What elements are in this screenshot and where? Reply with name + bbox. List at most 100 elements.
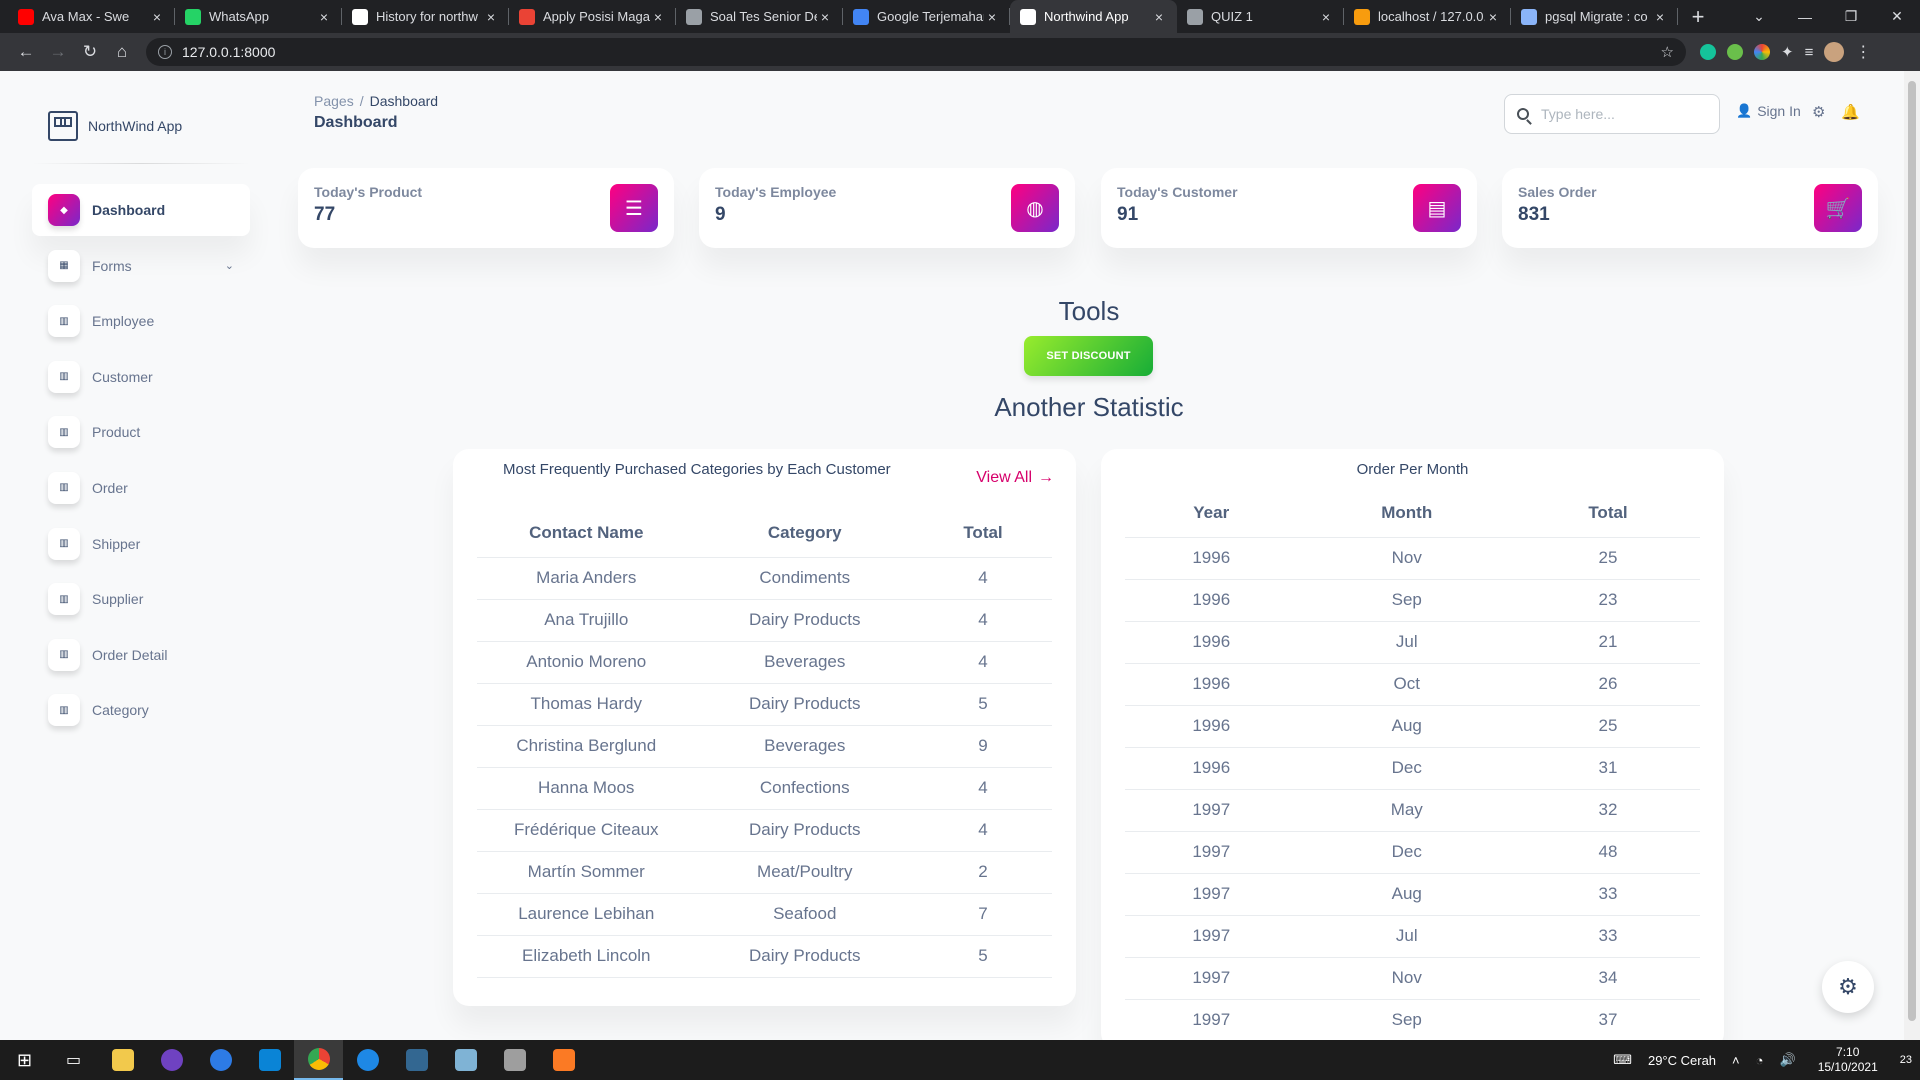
search-input[interactable]	[1541, 106, 1701, 122]
sidebar-item-order-detail[interactable]: ▥ Order Detail	[32, 629, 250, 681]
extensions-puzzle-icon[interactable]: ✦	[1781, 43, 1794, 61]
tab-close-icon[interactable]: ×	[1151, 9, 1167, 25]
tab-close-icon[interactable]: ×	[149, 9, 165, 25]
browser-tab[interactable]: Ava Max - Swe ×	[8, 0, 175, 33]
browser-tab[interactable]: localhost / 127.0.0. ×	[1344, 0, 1511, 33]
computer-icon[interactable]	[490, 1040, 539, 1080]
table-cell: 7	[914, 893, 1052, 936]
stat-value: 77	[314, 204, 336, 225]
task-view-icon[interactable]: ▭	[49, 1040, 98, 1080]
site-info-icon[interactable]: i	[158, 45, 172, 59]
sidebar-item-order[interactable]: ▥ Order	[32, 462, 250, 514]
reload-button[interactable]: ↻	[74, 42, 106, 62]
browser-tab[interactable]: Apply Posisi Magar ×	[509, 0, 676, 33]
reading-list-icon[interactable]: ≡	[1805, 44, 1814, 61]
tab-close-icon[interactable]: ×	[1485, 9, 1501, 25]
notification-badge[interactable]: 23	[1900, 1054, 1912, 1066]
tab-close-icon[interactable]: ×	[984, 9, 1000, 25]
chevron-down-icon[interactable]: ⌄	[225, 259, 234, 272]
table-cell: Dec	[1297, 831, 1516, 874]
building-icon: ▥	[48, 694, 80, 727]
extension-color-icon[interactable]	[1754, 44, 1770, 60]
sidebar-item-supplier[interactable]: ▥ Supplier	[32, 573, 250, 625]
browser-tab[interactable]: QUIZ 1 ×	[1177, 0, 1344, 33]
table-cell: 33	[1516, 915, 1700, 958]
extensions-area: ✦ ≡ ⋮	[1700, 42, 1871, 62]
search-box[interactable]	[1504, 94, 1720, 134]
clock[interactable]: 7:10 15/10/2021	[1818, 1045, 1878, 1075]
tab-close-icon[interactable]: ×	[817, 9, 833, 25]
table-cell: Laurence Lebihan	[477, 893, 696, 936]
brand[interactable]: NorthWind App	[48, 111, 182, 141]
browser-tab[interactable]: Soal Tes Senior De ×	[676, 0, 843, 33]
settings-gear-icon[interactable]: ⚙	[1812, 103, 1825, 121]
page-scrollbar[interactable]	[1904, 71, 1920, 1040]
tab-label: localhost / 127.0.0.	[1378, 9, 1485, 24]
windows-start-icon[interactable]: ⊞	[0, 1040, 49, 1080]
weather-text[interactable]: 29°C Cerah	[1648, 1053, 1716, 1068]
keyboard-icon[interactable]: ⌨	[1613, 1052, 1632, 1068]
breadcrumb-root[interactable]: Pages	[314, 93, 354, 109]
table-cell: May	[1297, 789, 1516, 832]
postgresql-icon[interactable]	[392, 1040, 441, 1080]
user-icon: 👤	[1736, 103, 1753, 118]
file-explorer-icon[interactable]	[98, 1040, 147, 1080]
table-cell: 1997	[1125, 999, 1298, 1040]
browser-tab[interactable]: History for northw ×	[342, 0, 509, 33]
browser-globe-icon[interactable]	[343, 1040, 392, 1080]
table-cell: Dairy Products	[695, 599, 914, 642]
table-cell: Elizabeth Lincoln	[477, 935, 696, 978]
github-desktop-icon[interactable]	[147, 1040, 196, 1080]
restore-button[interactable]: ❐	[1828, 8, 1874, 25]
bookmark-star-icon[interactable]: ☆	[1661, 43, 1674, 61]
view-all-link[interactable]: View All →	[976, 469, 1054, 487]
table-row: 1997 Aug 33	[1125, 873, 1700, 916]
scrollbar-thumb[interactable]	[1908, 81, 1916, 1021]
tab-close-icon[interactable]: ×	[650, 9, 666, 25]
shopping-cart-icon: 🛒	[1814, 184, 1862, 232]
volume-icon[interactable]: 🔊	[1780, 1052, 1796, 1068]
forward-button[interactable]: →	[42, 42, 74, 62]
new-tab-button[interactable]: +	[1684, 3, 1712, 31]
browser-tab[interactable]: Google Terjemahan ×	[843, 0, 1010, 33]
browser-tab[interactable]: pgsql Migrate : co ×	[1511, 0, 1678, 33]
configurator-gear-button[interactable]: ⚙	[1822, 961, 1874, 1013]
browser-tab[interactable]: WhatsApp ×	[175, 0, 342, 33]
notepad-icon[interactable]	[441, 1040, 490, 1080]
back-button[interactable]: ←	[10, 42, 42, 62]
tab-close-icon[interactable]: ×	[1652, 9, 1668, 25]
grammarly-icon[interactable]	[1700, 44, 1716, 60]
chrome-icon[interactable]	[294, 1040, 343, 1080]
sidebar-item-category[interactable]: ▥ Category	[32, 684, 250, 736]
tab-label: Northwind App	[1044, 9, 1129, 24]
browser-menu-icon[interactable]: ⋮	[1855, 42, 1871, 62]
address-bar[interactable]: i 127.0.0.1:8000 ☆	[146, 38, 1686, 66]
table-cell: Jul	[1297, 915, 1516, 958]
sidebar-item-shipper[interactable]: ▥ Shipper	[32, 518, 250, 570]
network-icon[interactable]: ◔	[1756, 1053, 1764, 1068]
notification-bell-icon[interactable]: 🔔	[1841, 103, 1860, 121]
app-circle-icon[interactable]	[196, 1040, 245, 1080]
sign-in-link[interactable]: 👤 Sign In	[1736, 103, 1801, 119]
browser-tab[interactable]: Northwind App ×	[1010, 0, 1177, 33]
chevron-up-icon[interactable]: ˄	[1732, 1053, 1740, 1068]
table-cell: Ana Trujillo	[477, 599, 696, 642]
tab-close-icon[interactable]: ×	[1318, 9, 1334, 25]
minimize-button[interactable]: —	[1782, 9, 1828, 25]
vscode-icon[interactable]	[245, 1040, 294, 1080]
home-button[interactable]: ⌂	[106, 42, 138, 62]
profile-avatar[interactable]	[1824, 42, 1845, 62]
xampp-icon[interactable]	[539, 1040, 588, 1080]
extension-leaf-icon[interactable]	[1727, 44, 1743, 60]
sidebar-item-dashboard[interactable]: ◆ Dashboard	[32, 184, 250, 236]
profile-menu-icon[interactable]: ⌄	[1736, 8, 1782, 25]
close-window-button[interactable]: ✕	[1874, 8, 1920, 25]
set-discount-button[interactable]: SET DISCOUNT	[1024, 336, 1153, 376]
sidebar-item-forms[interactable]: ▦ Forms ⌄	[32, 240, 250, 292]
table-row: Thomas Hardy Dairy Products 5	[477, 683, 1052, 726]
tab-close-icon[interactable]: ×	[316, 9, 332, 25]
tab-close-icon[interactable]: ×	[483, 9, 499, 25]
table-cell: Dec	[1297, 747, 1516, 790]
table-cell: Antonio Moreno	[477, 641, 696, 684]
column-header: Total	[914, 509, 1052, 558]
